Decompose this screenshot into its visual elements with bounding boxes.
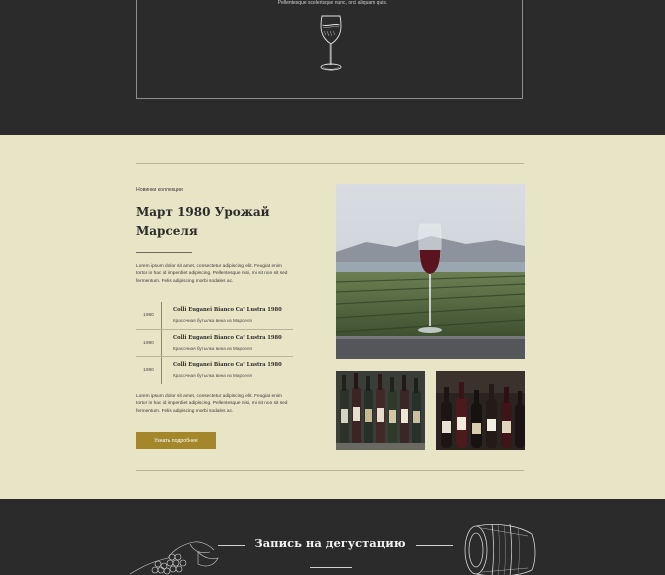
wine-list-item[interactable]: 1980 Colli Euganei Bianco Ca' Lustra 198… — [136, 357, 293, 385]
wine-year: 1980 — [136, 302, 162, 329]
wine-year: 1980 — [136, 329, 162, 357]
tasting-title: Запись на дегустацию — [254, 536, 406, 550]
top-section: Pellentesque scelerisque nunc, orci aliq… — [0, 0, 665, 135]
wine-glass-icon — [320, 15, 342, 71]
top-tagline: Pellentesque scelerisque nunc, orci aliq… — [277, 0, 388, 6]
collection-intro: Lorem ipsum dolor sit amet, consectetur … — [136, 264, 288, 284]
collection-section — [0, 135, 665, 499]
collection-title: Март 1980 Урожай Марселя — [136, 205, 270, 238]
wine-description: Красочная бутылка вина из Марселя — [173, 373, 252, 379]
wine-name: Colli Euganei Bianco Ca' Lustra 1980 — [173, 362, 282, 369]
section-divider-top — [136, 163, 524, 164]
section-divider-bottom — [136, 470, 524, 471]
wine-description: Красочная бутылка вина из Марселя — [173, 318, 252, 323]
wine-description: Красочная бутылка вина из Марселя — [173, 345, 252, 351]
wine-bottles-photo — [436, 371, 525, 450]
collection-outro: Lorem ipsum dolor sit amet, consectetur … — [136, 394, 288, 414]
wine-barrel-icon — [464, 523, 536, 575]
wine-list-item[interactable]: 1980 Colli Euganei Bianco Ca' Lustra 198… — [136, 329, 293, 358]
title-underline — [136, 252, 192, 253]
wine-list-item[interactable]: 1980 Colli Euganei Bianco Ca' Lustra 198… — [136, 302, 293, 330]
wine-year: 1980 — [136, 357, 162, 385]
learn-more-button[interactable]: Узнать подробнее — [136, 432, 216, 449]
wine-name: Colli Euganei Bianco Ca' Lustra 1980 — [173, 307, 282, 313]
wine-name: Colli Euganei Bianco Ca' Lustra 1980 — [173, 334, 282, 341]
title-underline — [310, 567, 352, 568]
vineyard-photo — [336, 184, 525, 359]
collection-eyebrow: Новинки коллекции — [136, 187, 183, 193]
wine-shelf-photo — [336, 371, 425, 450]
wine-list: 1980 Colli Euganei Bianco Ca' Lustra 198… — [136, 302, 293, 385]
grapes-icon — [129, 541, 219, 575]
